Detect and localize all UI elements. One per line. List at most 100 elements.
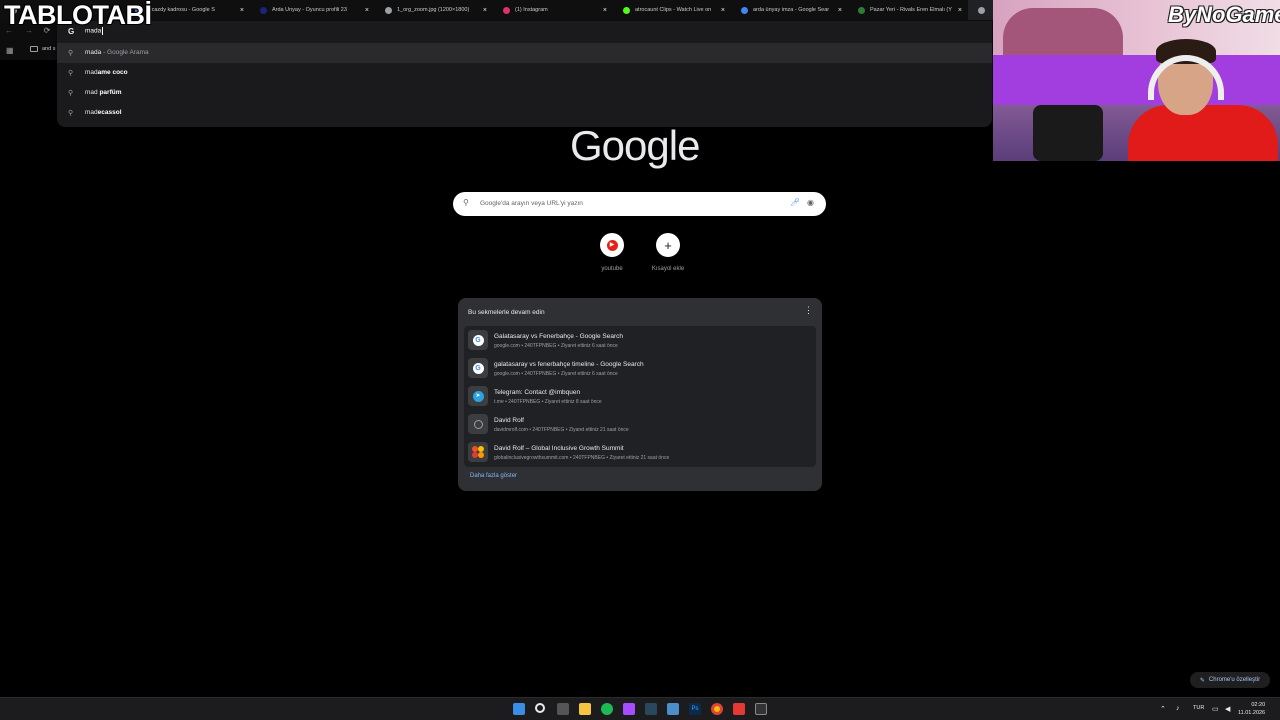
apps-grid-icon[interactable]: ▦: [6, 46, 14, 55]
microphone-icon[interactable]: 🎤︎: [790, 198, 800, 207]
favicon-tile: G: [468, 358, 488, 378]
kick-icon: [623, 6, 630, 14]
steam-icon[interactable]: [645, 703, 657, 715]
more-vert-icon[interactable]: ⋮: [804, 306, 813, 315]
item-title: David Rolf: [494, 417, 524, 424]
close-icon[interactable]: ×: [240, 7, 244, 14]
bookmark-folder-label: and s: [42, 46, 56, 52]
continue-tab-item[interactable]: Ggalatasaray vs fenerbahçe timeline - Go…: [464, 354, 816, 382]
item-subtitle: davidmrolf.com • 240TFPNBEG • Ziyaret et…: [494, 427, 629, 433]
suggestion-typed: mada: [85, 49, 102, 56]
youtube-icon: ▶: [606, 239, 618, 251]
item-title: David Rolf – Global Inclusive Growth Sum…: [494, 445, 624, 452]
browser-tab[interactable]: 1_org_zoom.jpg (1200×1800) ×: [375, 0, 493, 20]
google-icon: [741, 6, 748, 14]
windows-start-icon[interactable]: [513, 703, 525, 715]
search-icon: ⚲: [463, 198, 469, 207]
globe-icon: [385, 6, 392, 14]
item-title: galatasaray vs fenerbahçe timeline - Goo…: [494, 361, 644, 368]
search-icon: ⚲: [68, 70, 74, 77]
card-title: Bu sekmelerle devam edin: [468, 309, 545, 316]
file-explorer-icon[interactable]: [579, 703, 591, 715]
tab-label: Pazar Yeri - Rivals Eren Elmalı (Y: [870, 7, 952, 13]
suggestion-typed: mad: [85, 89, 98, 96]
spotify-icon[interactable]: [601, 703, 613, 715]
chevron-up-icon[interactable]: ⌃: [1160, 705, 1166, 713]
close-icon[interactable]: ×: [483, 7, 487, 14]
omnibox-suggestion[interactable]: ⚲ mada - Google Arama: [57, 43, 992, 63]
continue-tab-item[interactable]: David Rolf davidmrolf.com • 240TFPNBEG • …: [464, 410, 816, 438]
omnibox-suggestion[interactable]: ⚲ madame coco: [57, 63, 992, 83]
item-subtitle: globalinclusivegrowthsummit.com • 240TFP…: [494, 455, 670, 461]
lens-icon[interactable]: ◉: [807, 198, 814, 207]
browser-tab[interactable]: Pazar Yeri - Rivals Eren Elmalı (Y ×: [848, 0, 968, 20]
continue-tab-item[interactable]: ➤ Telegram: Contact @imbquen t.me • 240TFP…: [464, 382, 816, 410]
suggestion-typed: mad: [85, 69, 98, 76]
search-placeholder: Google'da arayın veya URL'yi yazın: [480, 200, 583, 207]
omnibox-input[interactable]: G mada: [57, 21, 992, 43]
browser-tab[interactable]: arda ünyay imza - Google Sear ×: [731, 0, 848, 20]
close-icon[interactable]: ×: [958, 7, 962, 14]
close-icon[interactable]: ×: [838, 7, 842, 14]
app-icon[interactable]: [623, 703, 635, 715]
flag-icon: [260, 6, 267, 14]
folder-icon: [30, 46, 38, 52]
omnibox-suggestion[interactable]: ⚲ mad parfüm: [57, 83, 992, 103]
ntp-search-box[interactable]: ⚲ Google'da arayın veya URL'yi yazın 🎤︎ …: [453, 192, 826, 216]
streamer: [1128, 35, 1278, 161]
network-icon[interactable]: ▭: [1212, 705, 1219, 713]
favicon-tile: ➤: [468, 386, 488, 406]
continue-tabs-list: G Galatasaray vs Fenerbahçe - Google Sear…: [464, 326, 816, 467]
search-icon[interactable]: [535, 703, 545, 713]
chrome-icon[interactable]: [711, 703, 723, 715]
close-icon[interactable]: ×: [365, 7, 369, 14]
browser-tab[interactable]: (1) Instagram ×: [493, 0, 613, 20]
bookmark-folder[interactable]: and s: [30, 46, 55, 52]
show-more-link[interactable]: Daha fazla göster: [470, 473, 517, 479]
clock-time: 02:20: [1251, 702, 1266, 708]
browser-tab[interactable]: Ye: [968, 0, 996, 20]
browser-tab[interactable]: Arda Ünyay - Oyuncu profili 23 ×: [250, 0, 375, 20]
google-icon: G: [472, 362, 484, 374]
photos-icon[interactable]: [667, 703, 679, 715]
volume-icon[interactable]: ◀: [1225, 705, 1230, 713]
tab-label: ...cazdy kadrosu - Google S: [147, 7, 215, 13]
shortcut-add[interactable]: + Kısayol ekle: [643, 233, 693, 272]
photoshop-icon[interactable]: Ps: [689, 703, 701, 715]
continue-tab-item[interactable]: David Rolf – Global Inclusive Growth Sum…: [464, 438, 816, 466]
chrome-icon: [978, 6, 985, 14]
rivals-icon: [858, 6, 865, 14]
close-icon[interactable]: ×: [603, 7, 607, 14]
tab-label: (1) Instagram: [515, 7, 548, 13]
suggestion-completion: ecassol: [97, 109, 122, 116]
omnibox-suggestion[interactable]: ⚲ madecassol: [57, 103, 992, 123]
microphone-icon[interactable]: ♪: [1176, 705, 1180, 712]
suggestion-typed: mad: [85, 109, 98, 116]
favicon-tile: G: [468, 330, 488, 350]
continue-tab-item[interactable]: G Galatasaray vs Fenerbahçe - Google Sear…: [464, 326, 816, 354]
suggestion-completion: parfüm: [97, 89, 122, 96]
close-icon[interactable]: ×: [721, 7, 725, 14]
shortcut-label: youtube: [601, 266, 623, 272]
item-subtitle: google.com • 240TFPNBEG • Ziyaret ettini…: [494, 343, 618, 349]
task-view-icon[interactable]: [557, 703, 569, 715]
language-indicator[interactable]: TUR: [1193, 705, 1204, 711]
search-icon: ⚲: [68, 110, 74, 117]
search-icon: ⚲: [68, 90, 74, 97]
overlay-title: TABLOTABİ: [4, 0, 152, 30]
shortcut-youtube[interactable]: ▶ youtube: [587, 233, 637, 272]
google-icon: G: [472, 334, 484, 346]
terminal-icon[interactable]: [755, 703, 767, 715]
tab-label: 1_org_zoom.jpg (1200×1800): [397, 7, 470, 13]
telegram-icon: ➤: [472, 390, 484, 402]
instagram-icon: [503, 6, 510, 14]
customize-chrome-button[interactable]: ✎ Chrome'u özelleştir: [1190, 672, 1270, 688]
item-title: Telegram: Contact @imbquen: [494, 389, 581, 396]
omnibox-dropdown: G mada ⚲ mada - Google Arama ⚲ madame coco ⚲…: [57, 21, 992, 127]
browser-tab[interactable]: atrocaunt Clips - Watch Live on ×: [613, 0, 731, 20]
system-clock[interactable]: 02:20 11.01.2026: [1238, 701, 1265, 717]
item-title: Galatasaray vs Fenerbahçe - Google Searc…: [494, 333, 623, 340]
app-icon-red[interactable]: [733, 703, 745, 715]
search-icon: ⚲: [68, 50, 74, 57]
tab-label: Arda Ünyay - Oyuncu profili 23: [272, 7, 347, 13]
